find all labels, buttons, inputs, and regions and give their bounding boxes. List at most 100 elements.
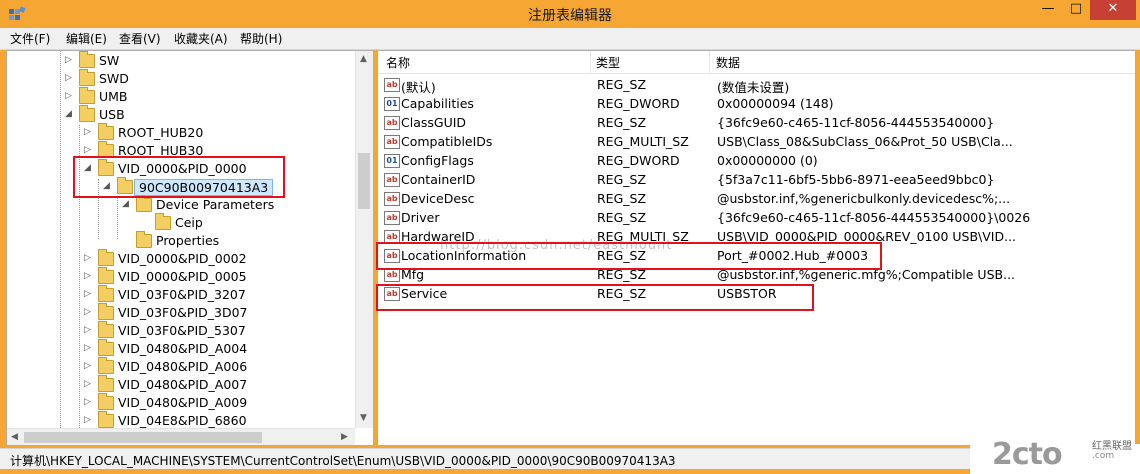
tree-node-label: UMB <box>99 89 128 104</box>
tree-horizontal-scrollbar[interactable]: ◀ ▶ <box>7 428 355 445</box>
tree-node-label: Device Parameters <box>156 197 275 212</box>
folder-icon <box>98 303 114 320</box>
column-divider[interactable] <box>709 51 710 73</box>
tree-node-label: VID_03F0&PID_3207 <box>118 287 246 302</box>
string-value-icon: ab <box>384 116 400 130</box>
registry-value-row[interactable]: ab ContainerID REG_SZ {5f3a7c11-6bf5-5bb… <box>378 170 1135 189</box>
tree-guide-line <box>117 197 118 239</box>
expand-arrow-icon[interactable]: ▷ <box>65 73 72 83</box>
tree-horizontal-scroll-thumb[interactable] <box>24 432 262 443</box>
expand-arrow-icon[interactable]: ▷ <box>84 343 91 353</box>
tree-node-label: Ceip <box>175 215 203 230</box>
collapse-arrow-icon[interactable]: ◢ <box>122 199 129 209</box>
expand-arrow-icon[interactable]: ▷ <box>84 361 91 371</box>
folder-open-icon <box>79 105 95 122</box>
column-divider[interactable] <box>590 51 591 73</box>
menu-view[interactable]: 查看(V) <box>119 30 161 47</box>
registry-value-row[interactable]: ab CompatibleIDs REG_MULTI_SZ USB\Class_… <box>378 132 1135 151</box>
expand-arrow-icon[interactable]: ▷ <box>84 415 91 425</box>
expand-arrow-icon[interactable]: ▷ <box>84 145 91 155</box>
tree-vertical-scroll-thumb[interactable] <box>358 153 370 209</box>
folder-icon <box>98 249 114 266</box>
scroll-down-arrow-icon[interactable]: ▼ <box>360 413 367 423</box>
highlight-box-device-key <box>73 156 285 198</box>
folder-icon <box>136 231 152 248</box>
value-name: Driver <box>401 210 440 225</box>
expand-arrow-icon[interactable]: ▷ <box>65 91 72 101</box>
registry-value-row[interactable]: 01 ConfigFlags REG_DWORD 0x00000000 (0) <box>378 151 1135 170</box>
tree-vertical-scrollbar[interactable]: ▲ ▼ <box>355 51 373 428</box>
tree-node-label: USB <box>99 107 125 122</box>
maximize-button[interactable]: □ <box>1062 0 1090 20</box>
key-tree-pane[interactable]: ▷ SW ▷ SWD ▷ UMB ◢ USB ▷ ROOT_HUB20 ▷ RO… <box>6 50 374 446</box>
registry-value-row[interactable]: ab Driver REG_SZ {36fc9e60-c465-11cf-805… <box>378 208 1135 227</box>
value-data: {5f3a7c11-6bf5-5bb6-8971-eea5eed9bbc0} <box>717 172 995 187</box>
minimize-button[interactable]: — <box>1034 0 1062 20</box>
value-data: 0x00000000 (0) <box>717 153 818 168</box>
string-value-icon: ab <box>384 211 400 225</box>
value-data: {36fc9e60-c465-11cf-8056-444553540000}\0… <box>717 210 1031 225</box>
expand-arrow-icon[interactable]: ▷ <box>84 253 91 263</box>
registry-editor-window: 注册表编辑器 — □ ✕ 文件(F) 编辑(E) 查看(V) 收藏夹(A) 帮助… <box>0 0 1140 474</box>
column-header-data[interactable]: 数据 <box>716 54 740 71</box>
menu-favorites[interactable]: 收藏夹(A) <box>174 30 228 47</box>
tree-node-label: SWD <box>99 71 129 86</box>
folder-icon <box>98 339 114 356</box>
tree-node-label: VID_0480&PID_A009 <box>118 395 248 410</box>
expand-arrow-icon[interactable]: ▷ <box>84 271 91 281</box>
value-name: DeviceDesc <box>401 191 475 206</box>
list-header: 名称 类型 数据 <box>378 51 1135 74</box>
expand-arrow-icon[interactable]: ▷ <box>65 55 72 65</box>
registry-value-row[interactable]: ab ClassGUID REG_SZ {36fc9e60-c465-11cf-… <box>378 113 1135 132</box>
scroll-right-arrow-icon[interactable]: ▶ <box>341 432 348 442</box>
tree-guide-line <box>60 51 61 428</box>
value-type: REG_SZ <box>597 77 647 92</box>
value-name: ConfigFlags <box>401 153 474 168</box>
site-logo-subtitle: 红黑联盟 <box>1092 441 1132 452</box>
registry-value-row[interactable]: 01 Capabilities REG_DWORD 0x00000094 (14… <box>378 94 1135 113</box>
folder-icon <box>98 411 114 428</box>
close-button[interactable]: ✕ <box>1090 0 1136 20</box>
expand-arrow-icon[interactable]: ▷ <box>84 325 91 335</box>
expand-arrow-icon[interactable]: ▷ <box>84 397 91 407</box>
status-key-path: 计算机\HKEY_LOCAL_MACHINE\SYSTEM\CurrentCon… <box>10 454 676 468</box>
folder-icon <box>98 393 114 410</box>
registry-value-row[interactable]: ab DeviceDesc REG_SZ @usbstor.inf,%gener… <box>378 189 1135 208</box>
value-name: ContainerID <box>401 172 476 187</box>
highlight-box-service <box>376 284 814 311</box>
expand-arrow-icon[interactable]: ▷ <box>84 307 91 317</box>
value-data: @usbstor.inf,%genericbulkonly.devicedesc… <box>717 191 1011 206</box>
value-type: REG_DWORD <box>597 153 680 168</box>
expand-arrow-icon[interactable]: ▷ <box>84 379 91 389</box>
folder-icon <box>98 375 114 392</box>
value-type: REG_SZ <box>597 191 647 206</box>
folder-icon <box>98 357 114 374</box>
value-name: ClassGUID <box>401 115 467 130</box>
column-header-name[interactable]: 名称 <box>386 54 410 71</box>
registry-value-row[interactable]: ab (默认) REG_SZ (数值未设置) <box>378 75 1135 95</box>
string-value-icon: ab <box>384 192 400 206</box>
binary-value-icon: 01 <box>384 154 400 168</box>
scroll-up-arrow-icon[interactable]: ▲ <box>360 54 367 64</box>
folder-icon <box>155 213 171 230</box>
column-header-type[interactable]: 类型 <box>596 54 620 71</box>
expand-arrow-icon[interactable]: ▷ <box>84 127 91 137</box>
value-type: REG_MULTI_SZ <box>597 134 689 149</box>
value-type: REG_DWORD <box>597 96 680 111</box>
value-data: 0x00000094 (148) <box>717 96 834 111</box>
folder-icon <box>98 267 114 284</box>
menu-file[interactable]: 文件(F) <box>10 30 50 47</box>
collapse-arrow-icon[interactable]: ◢ <box>65 109 72 119</box>
title-bar[interactable]: 注册表编辑器 — □ ✕ <box>0 0 1140 28</box>
menu-edit[interactable]: 编辑(E) <box>66 30 107 47</box>
highlight-box-location-information <box>376 242 882 270</box>
value-type: REG_SZ <box>597 210 647 225</box>
value-data: {36fc9e60-c465-11cf-8056-444553540000} <box>717 115 995 130</box>
tree-node-label: VID_0480&PID_A004 <box>118 341 248 356</box>
string-value-icon: ab <box>384 268 400 282</box>
expand-arrow-icon[interactable]: ▷ <box>84 289 91 299</box>
menu-help[interactable]: 帮助(H) <box>240 30 282 47</box>
value-name: CompatibleIDs <box>401 134 493 149</box>
tree-node-label: VID_03F0&PID_5307 <box>118 323 246 338</box>
scroll-left-arrow-icon[interactable]: ◀ <box>11 432 18 442</box>
